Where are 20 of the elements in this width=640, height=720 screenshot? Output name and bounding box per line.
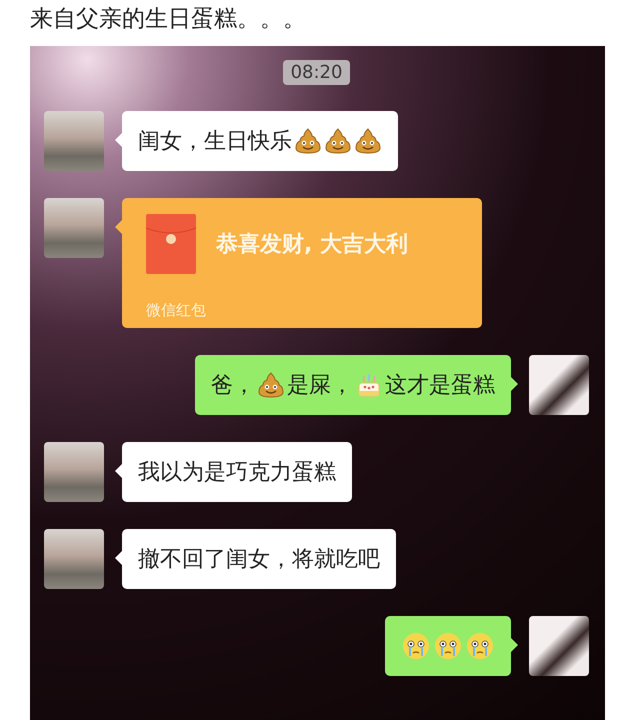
message-text: 这才是蛋糕	[385, 372, 495, 400]
gift-label: 微信红包	[146, 301, 207, 320]
message-text: 是屎，	[287, 372, 353, 400]
envelope-icon	[146, 214, 196, 274]
message-text: 爸，	[211, 372, 255, 400]
poop-emoji-icon	[324, 127, 352, 155]
message-timestamp: 08:20	[282, 60, 350, 85]
message-text: 我以为是巧克力蛋糕	[138, 459, 336, 487]
avatar-placeholder[interactable]	[529, 616, 589, 676]
gift-greeting: 恭喜发财, 大吉大利	[216, 231, 408, 259]
crying-face-emoji-icon	[433, 631, 463, 661]
message-text: 闺女，生日快乐	[138, 128, 292, 156]
crying-face-emoji-icon	[401, 631, 431, 661]
message-text: 撤不回了闺女，将就吃吧	[138, 546, 380, 574]
poop-emoji-icon	[294, 127, 322, 155]
poop-emoji-icon	[257, 371, 285, 399]
avatar-placeholder[interactable]	[529, 355, 589, 415]
post-title: 来自父亲的生日蛋糕。。。	[29, 5, 307, 34]
poop-emoji-icon	[354, 127, 382, 155]
crying-face-emoji-icon	[465, 631, 495, 661]
